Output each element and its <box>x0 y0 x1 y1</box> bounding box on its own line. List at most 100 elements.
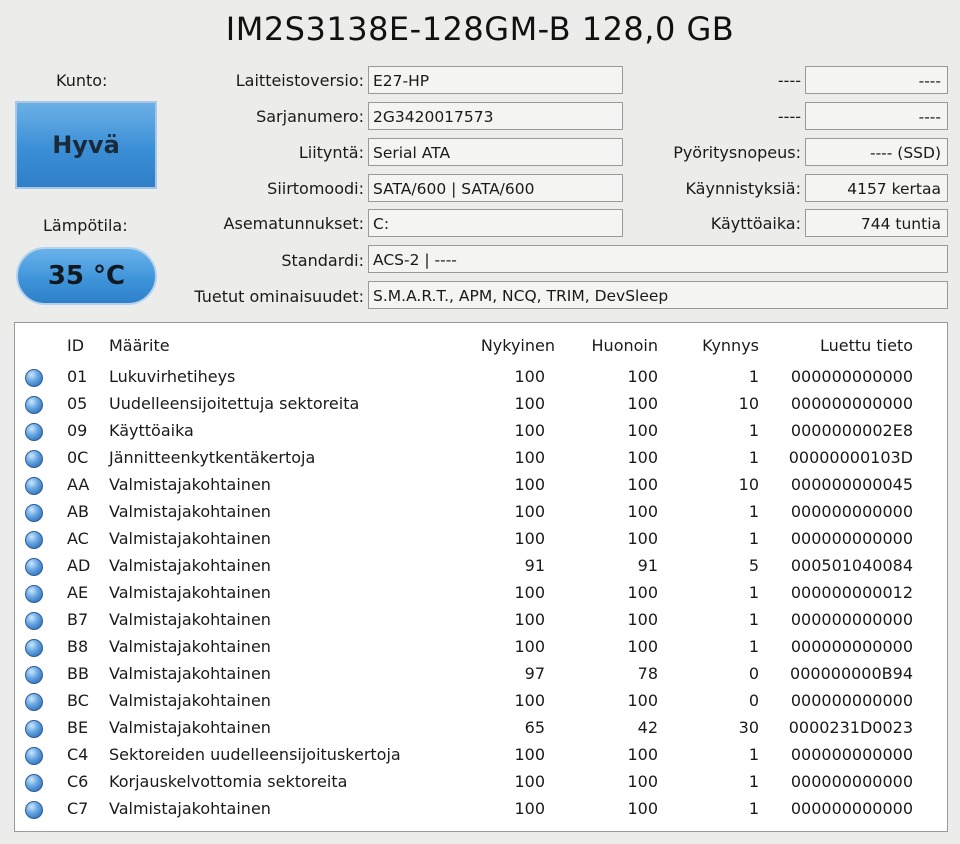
cell-attribute: Uudelleensijoitettuja sektoreita <box>109 394 360 413</box>
standard-label: Standardi: <box>281 251 364 270</box>
cell-raw-value: 000000000000 <box>790 529 913 548</box>
cell-id: 09 <box>67 421 88 440</box>
firmware-field: E27-HP <box>368 66 623 94</box>
cell-current: 100 <box>514 394 545 413</box>
cell-threshold: 1 <box>748 745 759 764</box>
cell-attribute: Valmistajakohtainen <box>109 637 271 656</box>
header-worst[interactable]: Huonoin <box>560 336 658 355</box>
header-threshold[interactable]: Kynnys <box>663 336 759 355</box>
cell-worst: 100 <box>627 394 658 413</box>
smart-attributes-table[interactable]: ID Määrite Nykyinen Huonoin Kynnys Luett… <box>14 322 948 832</box>
cell-threshold: 30 <box>738 718 759 737</box>
interface-label: Liityntä: <box>298 143 364 162</box>
features-field: S.M.A.R.T., APM, NCQ, TRIM, DevSleep <box>368 281 948 309</box>
cell-worst: 100 <box>627 421 658 440</box>
cell-current: 100 <box>514 637 545 656</box>
cell-attribute: Korjauskelvottomia sektoreita <box>109 772 348 791</box>
cell-threshold: 1 <box>748 637 759 656</box>
cell-worst: 100 <box>627 610 658 629</box>
cell-threshold: 1 <box>748 502 759 521</box>
cell-attribute: Valmistajakohtainen <box>109 502 271 521</box>
cell-threshold: 0 <box>748 691 759 710</box>
health-status-value: Hyvä <box>52 131 120 159</box>
extra-label-1: ---- <box>777 71 801 90</box>
cell-id: B8 <box>67 637 89 656</box>
standard-field: ACS-2 | ---- <box>368 245 948 273</box>
cell-raw-value: 0000231D0023 <box>788 718 913 737</box>
transfer-mode-label: Siirtomoodi: <box>267 179 364 198</box>
cell-threshold: 1 <box>748 448 759 467</box>
cell-id: BE <box>67 718 89 737</box>
status-dot-icon <box>25 369 43 387</box>
cell-current: 91 <box>524 556 545 575</box>
cell-attribute: Valmistajakohtainen <box>109 799 271 818</box>
cell-worst: 100 <box>627 529 658 548</box>
cell-raw-value: 000000000000 <box>790 799 913 818</box>
cell-current: 100 <box>514 772 545 791</box>
cell-current: 100 <box>514 367 545 386</box>
power-on-count-field: 4157 kertaa <box>805 174 948 202</box>
rotation-speed-field: ---- (SSD) <box>805 138 948 166</box>
cell-worst: 100 <box>627 502 658 521</box>
cell-worst: 100 <box>627 745 658 764</box>
cell-threshold: 1 <box>748 583 759 602</box>
drive-title: IM2S3138E-128GM-B 128,0 GB <box>225 10 735 48</box>
header-attribute[interactable]: Määrite <box>109 336 170 355</box>
cell-id: 0C <box>67 448 89 467</box>
cell-current: 100 <box>514 610 545 629</box>
cell-raw-value: 000000000000 <box>790 745 913 764</box>
status-dot-icon <box>25 585 43 603</box>
cell-threshold: 10 <box>738 475 759 494</box>
power-on-hours-label: Käyttöaika: <box>710 214 801 233</box>
cell-current: 100 <box>514 799 545 818</box>
cell-id: AE <box>67 583 89 602</box>
cell-id: B7 <box>67 610 89 629</box>
serial-field: 2G3420017573 <box>368 102 623 130</box>
cell-attribute: Valmistajakohtainen <box>109 556 271 575</box>
cell-current: 65 <box>524 718 545 737</box>
cell-raw-value: 000000000000 <box>790 367 913 386</box>
cell-id: 05 <box>67 394 88 413</box>
status-dot-icon <box>25 774 43 792</box>
cell-id: C7 <box>67 799 89 818</box>
cell-worst: 100 <box>627 691 658 710</box>
cell-attribute: Sektoreiden uudelleensijoituskertoja <box>109 745 401 764</box>
header-current[interactable]: Nykyinen <box>455 336 555 355</box>
cell-attribute: Valmistajakohtainen <box>109 718 271 737</box>
cell-threshold: 1 <box>748 421 759 440</box>
power-on-hours-field: 744 tuntia <box>805 209 948 237</box>
cell-worst: 42 <box>637 718 658 737</box>
cell-worst: 100 <box>627 637 658 656</box>
status-dot-icon <box>25 477 43 495</box>
cell-id: 01 <box>67 367 88 386</box>
power-on-count-label: Käynnistyksiä: <box>685 179 801 198</box>
cell-id: C4 <box>67 745 89 764</box>
cell-attribute: Valmistajakohtainen <box>109 691 271 710</box>
cell-current: 100 <box>514 502 545 521</box>
health-status-button[interactable]: Hyvä <box>15 101 157 189</box>
status-dot-icon <box>25 693 43 711</box>
status-dot-icon <box>25 396 43 414</box>
cell-threshold: 0 <box>748 664 759 683</box>
status-dot-icon <box>25 747 43 765</box>
status-dot-icon <box>25 801 43 819</box>
cell-worst: 78 <box>637 664 658 683</box>
cell-threshold: 1 <box>748 529 759 548</box>
rotation-speed-label: Pyöritysnopeus: <box>673 143 801 162</box>
header-id[interactable]: ID <box>67 336 84 355</box>
cell-attribute: Valmistajakohtainen <box>109 583 271 602</box>
temperature-button[interactable]: 35 °C <box>16 247 157 305</box>
cell-id: AB <box>67 502 89 521</box>
drive-letter-label: Asematunnukset: <box>223 214 364 233</box>
cell-id: AD <box>67 556 91 575</box>
cell-worst: 91 <box>637 556 658 575</box>
cell-attribute: Valmistajakohtainen <box>109 529 271 548</box>
extra-field-2: ---- <box>805 102 948 130</box>
status-dot-icon <box>25 423 43 441</box>
cell-threshold: 1 <box>748 772 759 791</box>
cell-threshold: 1 <box>748 799 759 818</box>
header-raw-value[interactable]: Luettu tieto <box>765 336 913 355</box>
cell-raw-value: 000000000000 <box>790 637 913 656</box>
cell-raw-value: 000000000012 <box>790 583 913 602</box>
cell-current: 100 <box>514 691 545 710</box>
